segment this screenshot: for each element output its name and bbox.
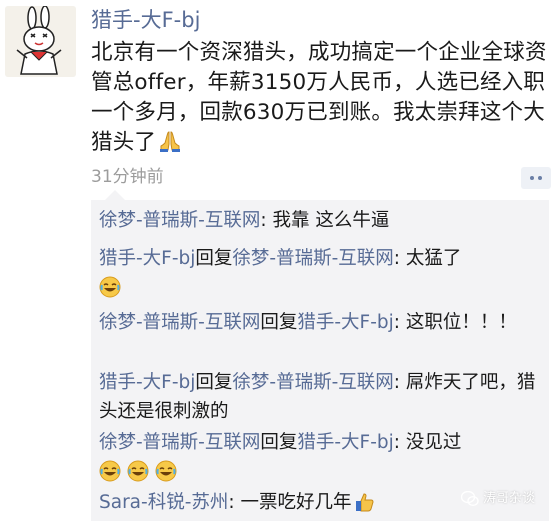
comment-item: 猎手-大F-bj回复徐梦-普瑞斯-互联网: 屌炸天了吧，猎头还是很刺激的 xyxy=(99,372,536,422)
laughing-tears-icon xyxy=(99,460,121,491)
commenter-name[interactable]: 徐梦-普瑞斯-互联网 xyxy=(99,210,260,231)
laughing-tears-icon xyxy=(99,276,121,307)
comment-text: 一票吃好几年 xyxy=(240,492,352,513)
commenter-name[interactable]: 猎手-大F-bj xyxy=(99,248,195,269)
reply-target-name[interactable]: 徐梦-普瑞斯-互联网 xyxy=(232,372,393,393)
praying-hands-icon xyxy=(158,129,182,162)
comment-item: 徐梦-普瑞斯-互联网回复猎手-大F-bj: 没见过 xyxy=(99,428,541,491)
laughing-tears-icon xyxy=(127,460,149,491)
comment-action-button[interactable] xyxy=(521,167,551,189)
laughing-tears-icon xyxy=(155,460,177,491)
commenter-name[interactable]: 徐梦-普瑞斯-互联网 xyxy=(99,312,260,333)
reply-word: 回复 xyxy=(195,372,233,393)
reply-target-name[interactable]: 徐梦-普瑞斯-互联网 xyxy=(232,248,393,269)
watermark: 涛哥杂谈 xyxy=(461,489,535,509)
wechat-icon xyxy=(461,491,479,507)
reply-word: 回复 xyxy=(260,312,298,333)
comment-text: 这职位！！！ xyxy=(405,312,517,333)
commenter-name[interactable]: 猎手-大F-bj xyxy=(99,372,195,393)
thumbs-up-icon xyxy=(354,491,376,522)
more-icon xyxy=(530,176,534,180)
comment-text: 没见过 xyxy=(405,432,462,453)
comment-list: 徐梦-普瑞斯-互联网: 我靠 这么牛逼 猎手-大F-bj回复徐梦-普瑞斯-互联网… xyxy=(91,190,549,522)
comment-text: 我靠 这么牛逼 xyxy=(272,210,390,231)
reply-word: 回复 xyxy=(195,248,233,269)
post-text: 北京有一个资深猎头，成功搞定一个企业全球资管总offer，年薪3150万人民币，… xyxy=(91,38,551,162)
more-icon-dot xyxy=(538,176,542,180)
reply-word: 回复 xyxy=(260,432,298,453)
comment-text: 太猛了 xyxy=(405,248,462,269)
comment-item: 徐梦-普瑞斯-互联网: 我靠 这么牛逼 xyxy=(99,210,390,231)
author-name[interactable]: 猎手-大F-bj xyxy=(91,6,200,34)
reply-target-name[interactable]: 猎手-大F-bj xyxy=(297,312,393,333)
watermark-text: 涛哥杂谈 xyxy=(483,491,536,506)
commenter-name[interactable]: Sara-科锐-苏州 xyxy=(99,492,228,513)
reply-target-name[interactable]: 猎手-大F-bj xyxy=(297,432,393,453)
comment-item: 猎手-大F-bj回复徐梦-普瑞斯-互联网: 太猛了 xyxy=(99,244,541,307)
comment-item: 徐梦-普瑞斯-互联网回复猎手-大F-bj: 这职位！！！ xyxy=(99,312,517,333)
post-time: 31分钟前 xyxy=(91,167,164,187)
commenter-name[interactable]: 徐梦-普瑞斯-互联网 xyxy=(99,432,260,453)
avatar-rabbit-icon xyxy=(5,6,76,77)
avatar[interactable] xyxy=(5,6,76,77)
